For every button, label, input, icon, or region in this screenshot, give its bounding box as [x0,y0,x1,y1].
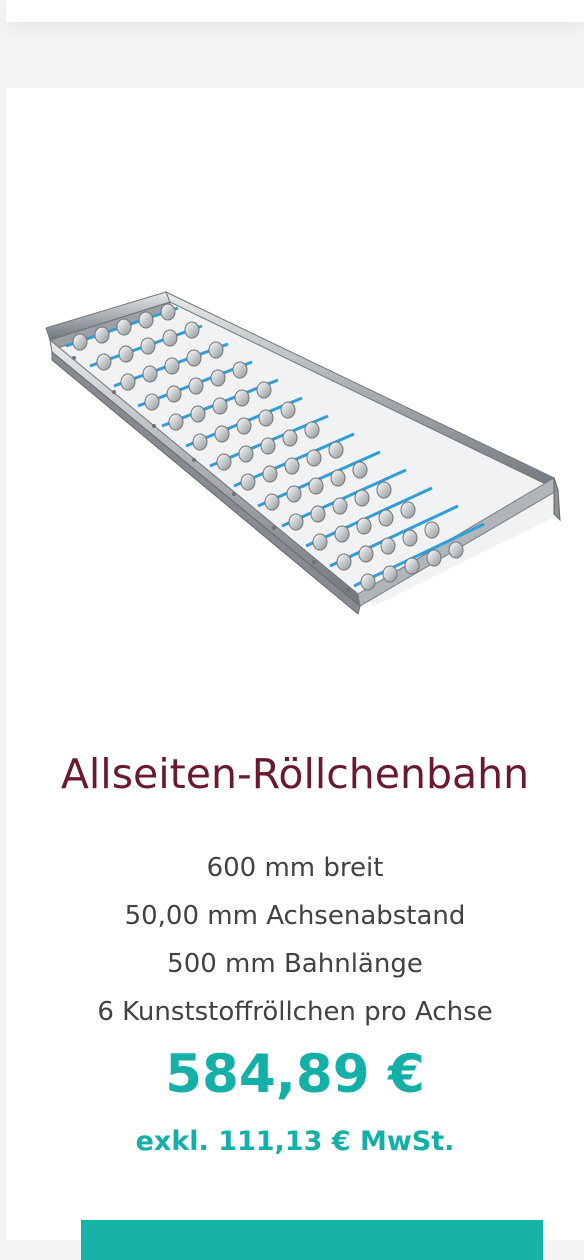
spec-track-length: 500 mm Bahnlänge [167,949,423,979]
previous-product-card [6,0,584,22]
vat-note: exkl. 111,13 € MwSt. [135,1126,455,1157]
product-card[interactable]: Allseiten-Röllchenbahn 600 mm breit 50,0… [6,88,584,1260]
spec-rollers-per-axle: 6 Kunststoffröllchen pro Achse [97,997,493,1027]
product-image[interactable] [42,288,566,618]
product-specs: 600 mm breit 50,00 mm Achsenabstand 500 … [6,844,584,1036]
add-to-cart-button[interactable] [81,1220,543,1260]
product-title[interactable]: Allseiten-Röllchenbahn [6,750,584,798]
product-price: 584,89 € [165,1044,425,1105]
spec-width: 600 mm breit [206,853,384,883]
spec-axle-spacing: 50,00 mm Achsenabstand [124,901,466,931]
